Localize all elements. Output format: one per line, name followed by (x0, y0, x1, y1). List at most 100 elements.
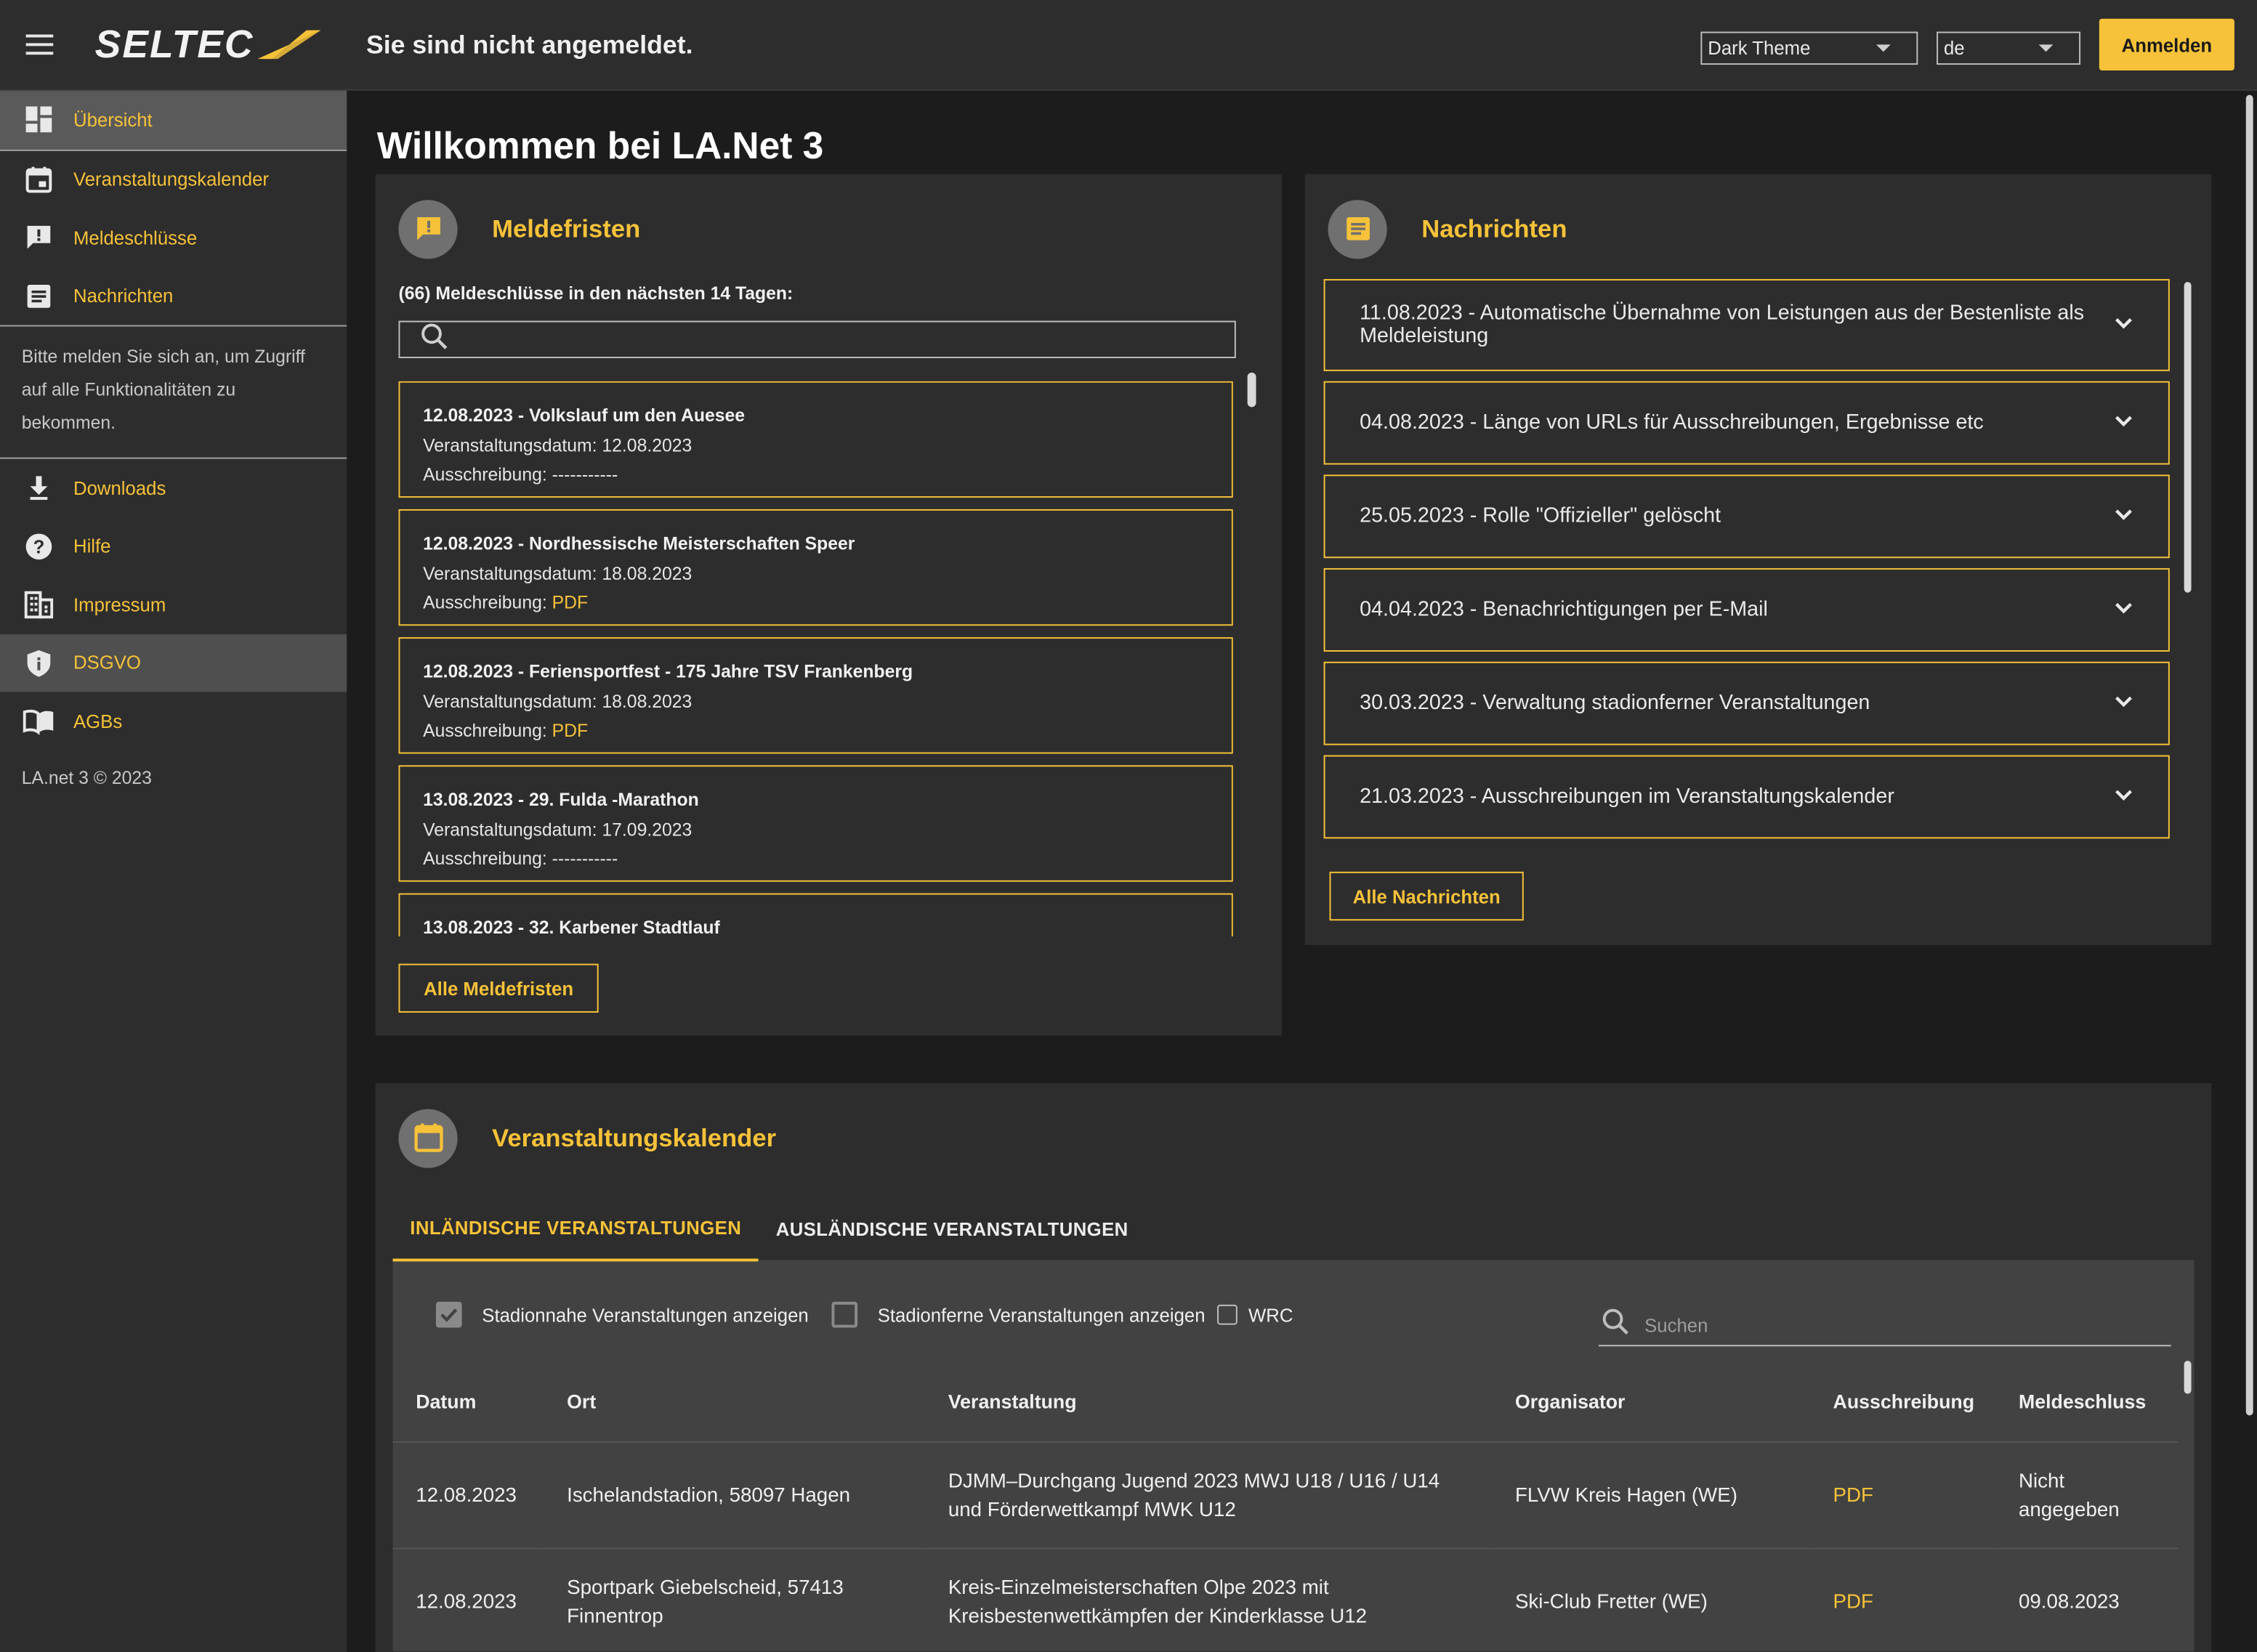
theme-select[interactable]: Dark Theme (1700, 31, 1918, 65)
sidebar-item-label: Impressum (73, 594, 166, 615)
calendar-icon (398, 1108, 458, 1167)
sidebar-item-label: AGBs (73, 710, 123, 732)
column-header-date[interactable]: Datum (392, 1362, 544, 1442)
sidebar-item-hilfe[interactable]: ? Hilfe (0, 517, 347, 575)
download-icon (0, 474, 73, 503)
calendar-icon (0, 165, 73, 194)
cell-deadline: 09.08.2023 (1995, 1547, 2179, 1652)
news-item[interactable]: 04.04.2023 - Benachrichtigungen per E-Ma… (1323, 568, 2170, 652)
deadline-item[interactable]: 13.08.2023 - 32. Karbener Stadtlauf (398, 893, 1233, 936)
alert-chat-icon (398, 199, 458, 259)
chevron-down-icon (1876, 44, 1891, 52)
deadline-item[interactable]: 13.08.2023 - 29. Fulda -Marathon Veranst… (398, 765, 1233, 882)
tender-label: Ausschreibung: (423, 464, 552, 485)
cell-event: DJMM–Durchgang Jugend 2023 MWJ U18 / U16… (925, 1441, 1493, 1549)
sidebar-item-nachrichten[interactable]: Nachrichten (0, 267, 347, 325)
sidebar-item-label: Hilfe (73, 535, 111, 557)
search-icon (1602, 1307, 1631, 1343)
seltec-logo[interactable]: SELTEC (95, 0, 320, 90)
tab-foreign-events[interactable]: AUSLÄNDISCHE VERANSTALTUNGEN (759, 1195, 1145, 1261)
login-status-text: Sie sind nicht angemeldet. (366, 29, 693, 59)
news-item-label: 21.03.2023 - Ausschreibungen im Veransta… (1360, 785, 1894, 809)
column-header-event[interactable]: Veranstaltung (925, 1362, 1493, 1442)
page-title: Willkommen bei LA.Net 3 (376, 124, 824, 167)
sidebar: Übersicht Veranstaltungskalender Meldesc… (0, 90, 347, 1652)
all-deadlines-button[interactable]: Alle Meldefristen (398, 963, 599, 1013)
page-scrollbar[interactable] (2242, 92, 2256, 1652)
column-header-tender[interactable]: Ausschreibung (1809, 1362, 1996, 1442)
language-select[interactable]: de (1937, 31, 2081, 65)
news-item[interactable]: 04.08.2023 - Länge von URLs für Ausschre… (1323, 381, 2170, 465)
page-scrollbar-thumb[interactable] (2245, 94, 2253, 1416)
calendar-card: Veranstaltungskalender INLÄNDISCHE VERAN… (375, 1082, 2212, 1652)
tender-value: ----------- (552, 849, 618, 869)
cell-date: 12.08.2023 (392, 1441, 544, 1549)
news-item[interactable]: 30.03.2023 - Verwaltung stadionferner Ve… (1323, 661, 2170, 745)
deadline-item[interactable]: 12.08.2023 - Feriensportfest - 175 Jahre… (398, 637, 1233, 754)
deadline-list-scrollbar[interactable] (1247, 372, 1256, 408)
table-row[interactable]: 12.08.2023 Sportpark Giebelscheid, 57413… (392, 1547, 2179, 1652)
help-icon: ? (0, 532, 73, 561)
news-item[interactable]: 21.03.2023 - Ausschreibungen im Veransta… (1323, 755, 2170, 839)
stadium-near-checkbox[interactable] (435, 1301, 462, 1328)
deadline-title: 13.08.2023 - 32. Karbener Stadtlauf (423, 918, 720, 936)
news-item[interactable]: 25.05.2023 - Rolle "Offizieller" gelösch… (1323, 474, 2170, 559)
deadline-item[interactable]: 12.08.2023 - Volkslauf um den Auesee Ver… (398, 381, 1233, 498)
dashboard-icon (0, 105, 73, 134)
sidebar-item-downloads[interactable]: Downloads (0, 459, 347, 517)
tender-pdf-link[interactable]: PDF (552, 593, 589, 613)
stadium-near-label: Stadionnahe Veranstaltungen anzeigen (482, 1303, 809, 1326)
chevron-down-icon (2038, 44, 2054, 52)
column-header-location[interactable]: Ort (544, 1362, 926, 1442)
tab-domestic-events[interactable]: INLÄNDISCHE VERANSTALTUNGEN (392, 1195, 759, 1262)
cell-location: Ischelandstadion, 58097 Hagen (544, 1441, 926, 1549)
chevron-down-icon (2114, 411, 2134, 434)
sidebar-item-agbs[interactable]: AGBs (0, 692, 347, 750)
login-button[interactable]: Anmelden (2099, 18, 2234, 71)
cell-tender-pdf-link[interactable]: PDF (1809, 1441, 1996, 1549)
deadline-search-input[interactable] (398, 320, 1236, 359)
news-item[interactable]: 11.08.2023 - Automatische Übernahme von … (1323, 279, 2170, 371)
sidebar-item-dsgvo[interactable]: DSGVO (0, 633, 347, 692)
login-hint: Bitte melden Sie sich an, um Zugriff auf… (21, 347, 305, 433)
sidebar-item-veranstaltungskalender[interactable]: Veranstaltungskalender (0, 150, 347, 208)
stadium-far-checkbox[interactable] (831, 1301, 858, 1328)
tender-label: Ausschreibung: (423, 849, 552, 869)
hamburger-menu-icon[interactable] (0, 0, 78, 90)
copyright: LA.net 3 © 2023 (21, 767, 152, 788)
deadline-tender: Ausschreibung: ----------- (423, 844, 1208, 874)
card-header: Meldefristen (376, 174, 1282, 283)
wrc-label: WRC (1248, 1303, 1293, 1326)
sidebar-item-label: Veranstaltungskalender (73, 169, 270, 190)
sidebar-item-uebersicht[interactable]: Übersicht (0, 90, 347, 149)
sidebar-item-label: Übersicht (73, 108, 153, 131)
news-list-scrollbar[interactable] (2184, 282, 2192, 593)
deadline-item[interactable]: 12.08.2023 - Nordhessische Meisterschaft… (398, 509, 1233, 626)
tender-pdf-link[interactable]: PDF (552, 721, 589, 741)
wrc-checkbox[interactable] (1216, 1304, 1237, 1325)
cell-tender-pdf-link[interactable]: PDF (1809, 1547, 1996, 1652)
news-item-label: 04.04.2023 - Benachrichtigungen per E-Ma… (1360, 598, 1768, 622)
column-header-deadline[interactable]: Meldeschluss (1995, 1362, 2179, 1442)
table-row[interactable]: 12.08.2023 Ischelandstadion, 58097 Hagen… (392, 1441, 2179, 1549)
deadline-event-date: Veranstaltungsdatum: 18.08.2023 (423, 691, 693, 712)
card-header: Veranstaltungskalender (376, 1083, 2211, 1192)
sidebar-item-meldeschluesse[interactable]: Meldeschlüsse (0, 208, 347, 267)
calendar-search-input[interactable] (1644, 1313, 1898, 1336)
deadline-tender: Ausschreibung: ----------- (423, 461, 1208, 490)
search-icon (420, 322, 449, 358)
deadline-list[interactable]: 12.08.2023 - Volkslauf um den Auesee Ver… (398, 381, 1233, 936)
theme-select-value: Dark Theme (1708, 37, 1811, 60)
deadlines-title: Meldefristen (492, 214, 641, 243)
column-header-organizer[interactable]: Organisator (1492, 1362, 1810, 1442)
sidebar-item-impressum[interactable]: Impressum (0, 575, 347, 633)
news-title: Nachrichten (1421, 214, 1567, 243)
table-scrollbar[interactable] (2184, 1361, 2192, 1394)
sidebar-item-label: DSGVO (73, 652, 141, 674)
all-news-button[interactable]: Alle Nachrichten (1329, 871, 1524, 921)
calendar-search[interactable] (1598, 1305, 2171, 1347)
deadline-tender: Ausschreibung: PDF (423, 716, 1208, 746)
shield-icon (0, 648, 73, 677)
deadline-title: 13.08.2023 - 29. Fulda -Marathon (423, 790, 699, 810)
events-table: Datum Ort Veranstaltung Organisator Auss… (392, 1362, 2179, 1652)
